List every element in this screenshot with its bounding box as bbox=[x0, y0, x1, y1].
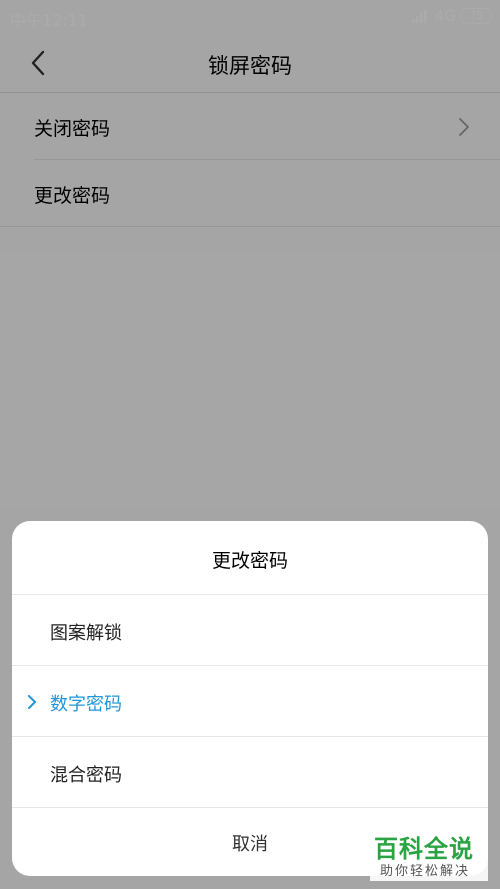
watermark-logo: 百科全说 助你轻松解决 bbox=[370, 827, 488, 881]
selected-chevron-icon bbox=[28, 695, 36, 709]
option-label: 图案解锁 bbox=[50, 623, 122, 644]
option-pattern-unlock[interactable]: 图案解锁 bbox=[12, 595, 488, 665]
option-numeric-password[interactable]: 数字密码 bbox=[12, 666, 488, 736]
option-label: 混合密码 bbox=[50, 765, 122, 786]
option-label: 数字密码 bbox=[50, 694, 122, 715]
dialog-title: 更改密码 bbox=[211, 550, 288, 572]
watermark-subtitle: 助你轻松解决 bbox=[380, 864, 471, 879]
option-mixed-password[interactable]: 混合密码 bbox=[12, 737, 488, 807]
change-password-dialog: 更改密码 图案解锁 数字密码 混合密码 取消 bbox=[12, 521, 488, 876]
watermark-title: 百科全说 bbox=[374, 835, 474, 863]
